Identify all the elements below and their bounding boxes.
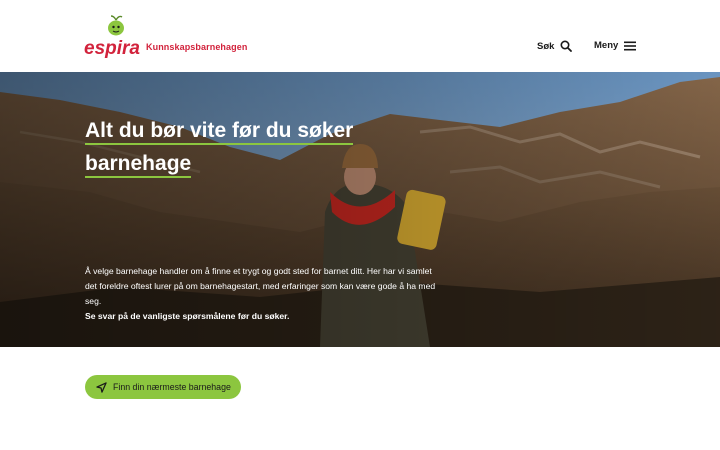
find-kindergarten-button[interactable]: Finn din nærmeste barnehage (85, 375, 241, 399)
hero-intro-strong: Se svar på de vanligste spørsmålene før … (85, 311, 290, 321)
page-title-line1: Alt du bør vite før du søker (85, 119, 354, 145)
hero-intro-text: Å velge barnehage handler om å finne et … (85, 266, 436, 306)
find-kindergarten-label: Finn din nærmeste barnehage (113, 382, 231, 392)
hero-intro: Å velge barnehage handler om å finne et … (85, 264, 445, 324)
brand-subtitle: Kunnskapsbarnehagen (146, 42, 248, 52)
navigation-arrow-icon (96, 381, 107, 393)
site-header: espira Kunnskapsbarnehagen Søk Meny (0, 0, 720, 72)
search-button[interactable]: Søk (537, 40, 573, 52)
page-title: Alt du bør vite før du søker barnehage (85, 114, 415, 180)
hamburger-icon (624, 41, 637, 50)
svg-text:espira: espira (84, 38, 140, 58)
page-title-line2: barnehage (85, 152, 192, 178)
espira-logo[interactable]: espira (84, 14, 142, 58)
menu-button[interactable]: Meny (594, 40, 637, 51)
search-label: Søk (537, 40, 555, 52)
search-icon (560, 40, 573, 52)
menu-label: Meny (594, 40, 619, 51)
